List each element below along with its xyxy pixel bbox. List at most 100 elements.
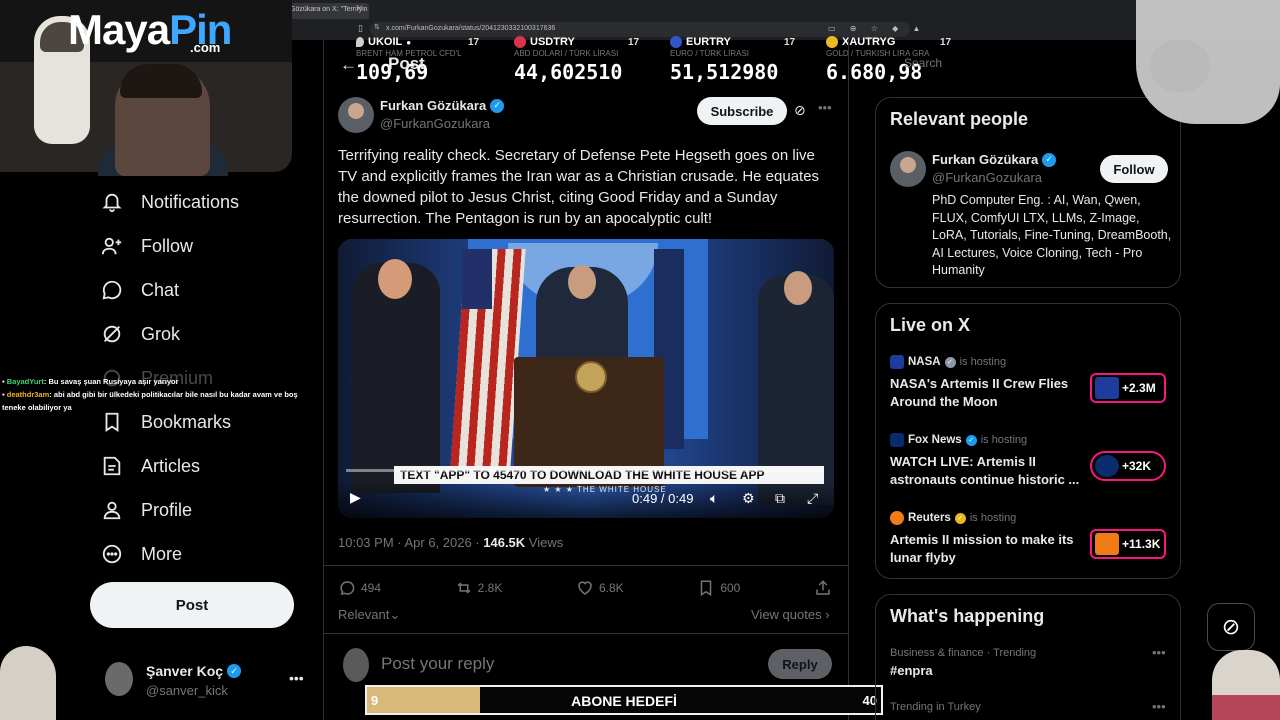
play-icon[interactable]: ▶ — [350, 489, 361, 506]
bell-icon — [100, 190, 124, 214]
trend-category: Trending in Turkey — [890, 701, 981, 713]
chat-bubble-icon — [100, 278, 124, 302]
divider — [323, 633, 849, 634]
sidebar-item-articles[interactable]: Articles — [100, 444, 320, 488]
chat-user: deathdr3am — [6, 390, 50, 399]
sidebar-item-profile[interactable]: Profile — [100, 488, 320, 532]
avatar[interactable] — [890, 151, 926, 187]
sidebar-item-label: Notifications — [141, 191, 240, 212]
cat-overlay-top-right-face — [1150, 40, 1210, 92]
live-host: Reuters ✓ is hosting — [890, 511, 1016, 525]
reply-sort-dropdown[interactable]: Relevant⌄ — [338, 607, 400, 623]
picture-in-picture-icon[interactable]: ⧉ — [775, 490, 785, 507]
card-title: Live on X — [890, 315, 971, 335]
sidebar-item-follow[interactable]: Follow — [100, 224, 320, 268]
reply-input[interactable]: Post your reply — [381, 654, 494, 674]
verified-badge-icon: ✓ — [954, 512, 966, 524]
sidebar-item-label: Bookmarks — [141, 411, 232, 432]
video-person-right-head — [784, 271, 812, 305]
live-item[interactable]: NASA ✓ is hosting NASA's Artemis II Crew F… — [890, 355, 1170, 419]
share-action[interactable] — [814, 578, 832, 598]
sidebar-item-label: Articles — [141, 455, 201, 476]
chat-message: ▪ BayadYurt: Bu savaş şuan Rusiyaya aşır… — [2, 377, 179, 386]
stream-chat: ▪ BayadYurt: Bu savaş şuan Rusiyaya aşır… — [2, 375, 302, 414]
verified-badge-icon: ✓ — [227, 664, 242, 678]
avatar — [105, 662, 133, 696]
page-title: Post — [388, 54, 425, 73]
goal-label: ABONE HEDEFİ — [571, 693, 677, 709]
bookmark-action[interactable]: 600 — [697, 578, 740, 598]
person-icon — [100, 498, 124, 522]
grok-icon — [100, 322, 124, 346]
live-item[interactable]: Fox News ✓ is hosting WATCH LIVE: Artemis … — [890, 433, 1170, 497]
subscriber-goal-bar: 9 ABONE HEDEFİ 40 — [365, 685, 883, 715]
site-info-icon[interactable]: ⇅ — [374, 23, 380, 31]
back-arrow-icon[interactable]: ← — [340, 55, 357, 75]
post-text: Terrifying reality check. Secretary of D… — [338, 147, 820, 227]
account-handle: @sanver_kick — [146, 683, 228, 698]
grok-floating-button[interactable]: ⊘ — [1207, 603, 1255, 651]
author-name[interactable]: Furkan Gözükara ✓ — [380, 98, 505, 113]
video-player[interactable]: TEXT "APP" TO 45470 TO DOWNLOAD THE WHIT… — [338, 239, 834, 518]
card-title: What's happening — [890, 606, 1045, 626]
live-host: NASA ✓ is hosting — [890, 355, 1006, 369]
grok-icon[interactable]: ⊘ — [794, 102, 806, 119]
account-name-text: Şanver Koç — [146, 663, 224, 679]
extension-icons[interactable]: ▭ ⊕ ☆ ◆ ▲ — [828, 24, 926, 33]
tab-close-icon[interactable]: ✕ — [356, 4, 363, 13]
live-item[interactable]: Reuters ✓ is hosting Artemis II mission to… — [890, 511, 1170, 575]
account-switcher[interactable]: Şanver Koç ✓ @sanver_kick ••• — [105, 660, 310, 700]
verified-badge-icon: ✓ — [944, 356, 956, 368]
author-avatar[interactable] — [338, 97, 374, 133]
view-quotes-link[interactable]: View quotes › — [751, 607, 830, 622]
live-hosting-text: is hosting — [959, 356, 1007, 368]
repost-action[interactable]: 2.8K — [455, 578, 502, 598]
sidebar-item-more[interactable]: More — [100, 532, 320, 576]
like-action[interactable]: 6.8K — [576, 578, 624, 598]
bookmark-star-icon[interactable]: ▯ — [358, 23, 363, 34]
live-hosting-text: is hosting — [969, 512, 1017, 524]
video-podium-seal — [575, 361, 607, 393]
more-dots-icon[interactable]: ••• — [1152, 699, 1166, 714]
subscribe-button[interactable]: Subscribe — [697, 97, 787, 125]
sidebar-item-label: Profile — [141, 499, 193, 520]
sidebar-item-label: Follow — [141, 235, 194, 256]
author-handle[interactable]: @FurkanGozukara — [380, 116, 490, 131]
video-progress-bar[interactable] — [346, 469, 824, 472]
verified-badge-icon: ✓ — [490, 98, 505, 113]
live-title: NASA's Artemis II Crew Flies Around the … — [890, 376, 1069, 409]
reply-button[interactable]: Reply — [768, 649, 832, 679]
live-count: +32K — [1122, 459, 1152, 473]
person-name[interactable]: Furkan Gözükara ✓ — [932, 152, 1057, 167]
sidebar-item-notifications[interactable]: Notifications — [100, 180, 320, 224]
repost-icon — [457, 582, 471, 594]
fullscreen-icon[interactable]: ⤢ — [807, 490, 818, 507]
person-handle[interactable]: @FurkanGozukara — [932, 170, 1042, 185]
post-timestamp: 10:03 PM · Apr 6, 2026 · — [338, 535, 484, 550]
sidebar-item-grok[interactable]: Grok — [100, 312, 320, 356]
live-host-name: Reuters — [908, 512, 951, 524]
logo-maya: Maya — [68, 6, 170, 53]
live-host-name: NASA — [908, 356, 941, 368]
search-placeholder: Search — [904, 56, 943, 70]
sidebar-item-chat[interactable]: Chat — [100, 268, 320, 312]
follow-button[interactable]: Follow — [1100, 155, 1168, 183]
webcam-person-hair — [120, 64, 202, 98]
more-dots-icon[interactable]: ••• — [818, 100, 832, 115]
reply-action[interactable]: 494 — [338, 578, 381, 598]
like-count: 6.8K — [599, 581, 624, 595]
whats-happening-card: What's happening Business & finance · Tr… — [875, 594, 1181, 720]
sidebar-item-label: Grok — [141, 323, 181, 344]
more-dots-icon[interactable]: ••• — [1152, 645, 1166, 660]
cat-overlay-bottom-right-shirt — [1212, 695, 1280, 720]
settings-gear-icon[interactable]: ⚙ — [742, 490, 755, 507]
trend-tag[interactable]: #enpra — [890, 663, 933, 678]
chat-message: ▪ deathdr3am: abi abd gibi bir ülkedeki … — [2, 390, 298, 412]
reply-sort-label: Relevant — [338, 607, 390, 622]
logo-com: .com — [190, 40, 221, 55]
account-name: Şanver Koç ✓ — [146, 663, 242, 679]
post-views-count: 146.5K — [483, 535, 526, 550]
volume-icon[interactable]: 🔈︎ — [710, 490, 718, 507]
more-dots-icon[interactable]: ••• — [289, 670, 304, 686]
post-button[interactable]: Post — [90, 582, 294, 628]
